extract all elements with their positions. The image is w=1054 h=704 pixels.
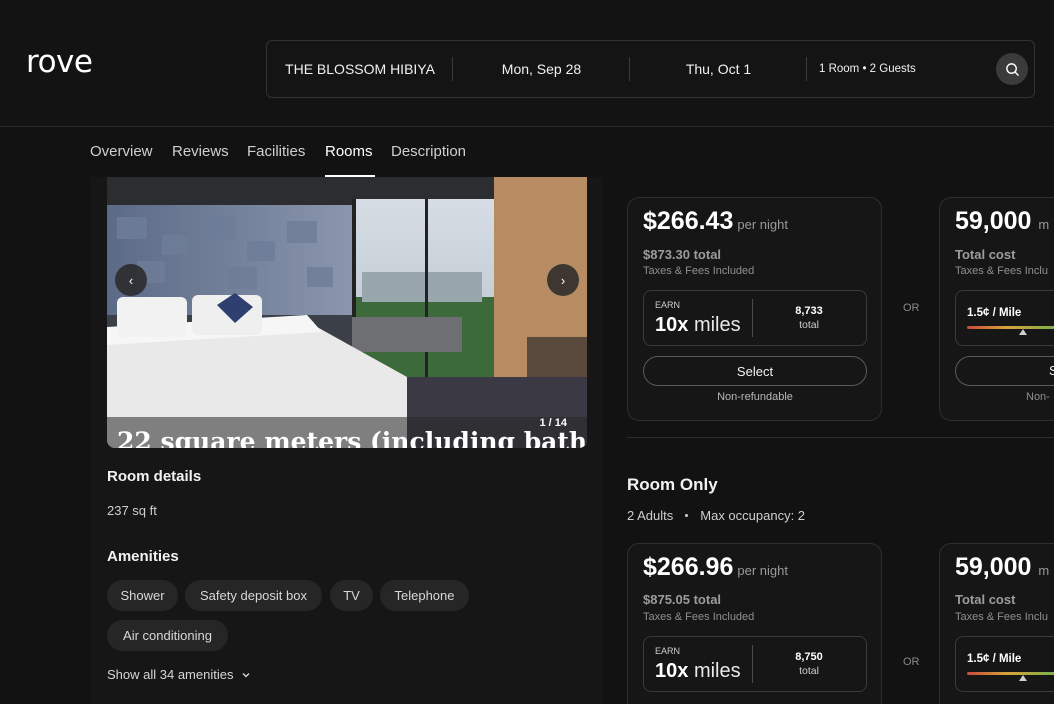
- amenity-chip: Telephone: [380, 580, 469, 611]
- per-night-label: per night: [737, 563, 788, 578]
- photo-caption: 22 square meters (including bathroom): [117, 427, 587, 448]
- guests-field[interactable]: 1 Room • 2 Guests: [807, 41, 987, 97]
- miles-price: 59,000 m: [955, 207, 1049, 236]
- show-all-label: Show all 34 amenities: [107, 667, 234, 682]
- earn-miles-box: EARN 10x miles 8,750 total: [643, 636, 867, 692]
- earn-total-label: total: [799, 319, 819, 331]
- miles-unit: miles: [693, 660, 741, 682]
- select-miles-button[interactable]: S: [955, 356, 1054, 386]
- earn-label: EARN: [655, 646, 681, 656]
- section-tabs: Overview Reviews Facilities Rooms Descri…: [0, 127, 1054, 177]
- room-info-panel: ‹ › 1 / 14 22 square meters (including b…: [91, 177, 603, 704]
- room-photo: [107, 177, 587, 448]
- rate-card-cash: $266.43 per night $873.30 total Taxes & F…: [627, 197, 882, 421]
- fees-note: Taxes & Fees Included: [643, 611, 755, 623]
- amenity-chip: TV: [330, 580, 373, 611]
- rate-card-cash: $266.96 per night $875.05 total Taxes & F…: [627, 543, 882, 704]
- earn-multiplier: 10x miles: [655, 314, 741, 337]
- separator-dot: [685, 514, 689, 517]
- total-cost-label: Total cost: [955, 592, 1016, 607]
- miles-unit-label: m: [1038, 563, 1050, 578]
- multiplier-value: 10x: [655, 314, 689, 336]
- earn-divider: [752, 299, 753, 337]
- earn-label: EARN: [655, 300, 681, 310]
- nightly-price: $266.43 per night: [643, 207, 788, 236]
- cents-per-mile: 1.5¢ / Mile: [967, 307, 1022, 319]
- top-header: rove THE BLOSSOM HIBIYA Mon, Sep 28 Thu,…: [0, 0, 1054, 127]
- rove-logo[interactable]: rove: [26, 44, 93, 80]
- nightly-price: $266.96 per night: [643, 553, 788, 582]
- value-marker: [1019, 329, 1027, 335]
- amenities-heading: Amenities: [107, 548, 179, 565]
- value-marker: [1019, 675, 1027, 681]
- miles-price: 59,000 m: [955, 553, 1049, 582]
- room-details-heading: Room details: [107, 468, 202, 485]
- room-only-title: Room Only: [627, 475, 718, 494]
- tab-facilities[interactable]: Facilities: [247, 143, 305, 160]
- previous-photo-button[interactable]: ‹: [115, 264, 147, 296]
- value-meter: [967, 672, 1054, 675]
- total-price: $875.05 total: [643, 592, 722, 607]
- or-separator: OR: [903, 302, 920, 314]
- miles-price-value: 59,000: [955, 553, 1032, 581]
- earn-multiplier: 10x miles: [655, 660, 741, 683]
- search-bar[interactable]: THE BLOSSOM HIBIYA Mon, Sep 28 Thu, Oct …: [266, 40, 1035, 98]
- show-all-amenities-link[interactable]: Show all 34 amenities: [107, 667, 251, 682]
- check-out-field[interactable]: Thu, Oct 1: [630, 41, 807, 97]
- miles-unit: miles: [693, 314, 741, 336]
- room-only-meta: 2 Adults Max occupancy: 2: [627, 508, 805, 523]
- refund-policy: Non-: [1026, 391, 1050, 403]
- chevron-left-icon: ‹: [128, 272, 134, 288]
- cents-per-mile: 1.5¢ / Mile: [967, 653, 1022, 665]
- refund-policy: Non-refundable: [717, 391, 793, 403]
- chevron-down-icon: [242, 672, 250, 677]
- fees-note: Taxes & Fees Included: [643, 265, 755, 277]
- next-photo-button[interactable]: ›: [547, 264, 579, 296]
- earn-divider: [752, 645, 753, 683]
- price-value: $266.96: [643, 553, 734, 581]
- earn-total-miles: 8,733: [795, 305, 823, 317]
- total-price: $873.30 total: [643, 247, 722, 262]
- miles-price-value: 59,000: [955, 207, 1032, 235]
- or-separator: OR: [903, 656, 920, 668]
- tab-description[interactable]: Description: [391, 143, 466, 160]
- price-value: $266.43: [643, 207, 734, 235]
- rate-card-miles: 59,000 m Total cost Taxes & Fees Inclu 1…: [939, 197, 1054, 421]
- tab-reviews[interactable]: Reviews: [172, 143, 229, 160]
- room-size: 237 sq ft: [107, 503, 157, 518]
- fees-note: Taxes & Fees Inclu: [955, 611, 1048, 623]
- amenity-chip: Air conditioning: [107, 620, 228, 651]
- select-miles-label: S: [1049, 363, 1054, 378]
- total-cost-label: Total cost: [955, 247, 1016, 262]
- max-occupancy: Max occupancy: 2: [700, 508, 806, 523]
- room-photo-gallery[interactable]: ‹ › 1 / 14 22 square meters (including b…: [107, 177, 587, 448]
- earn-miles-box: EARN 10x miles 8,733 total: [643, 290, 867, 346]
- tab-overview[interactable]: Overview: [90, 143, 153, 160]
- amenity-chip: Shower: [107, 580, 178, 611]
- tab-rooms[interactable]: Rooms: [325, 143, 373, 160]
- multiplier-value: 10x: [655, 660, 689, 682]
- mile-rate-box: 1.5¢ / Mile: [955, 636, 1054, 692]
- hotel-field[interactable]: THE BLOSSOM HIBIYA: [267, 41, 453, 97]
- search-icon: [1005, 62, 1019, 76]
- rate-card-miles: 59,000 m Total cost Taxes & Fees Inclu 1…: [939, 543, 1054, 704]
- search-button[interactable]: [996, 53, 1028, 85]
- fees-note: Taxes & Fees Inclu: [955, 265, 1048, 277]
- check-in-field[interactable]: Mon, Sep 28: [453, 41, 630, 97]
- select-button[interactable]: Select: [643, 356, 867, 386]
- earn-total-miles: 8,750: [795, 651, 823, 663]
- adults-count: 2 Adults: [627, 508, 674, 523]
- earn-total-label: total: [799, 665, 819, 677]
- section-divider: [627, 437, 1054, 438]
- mile-rate-box: 1.5¢ / Mile: [955, 290, 1054, 346]
- per-night-label: per night: [737, 217, 788, 232]
- miles-unit-label: m: [1038, 217, 1050, 232]
- chevron-right-icon: ›: [560, 272, 566, 288]
- value-meter: [967, 326, 1054, 329]
- amenity-chip: Safety deposit box: [185, 580, 322, 611]
